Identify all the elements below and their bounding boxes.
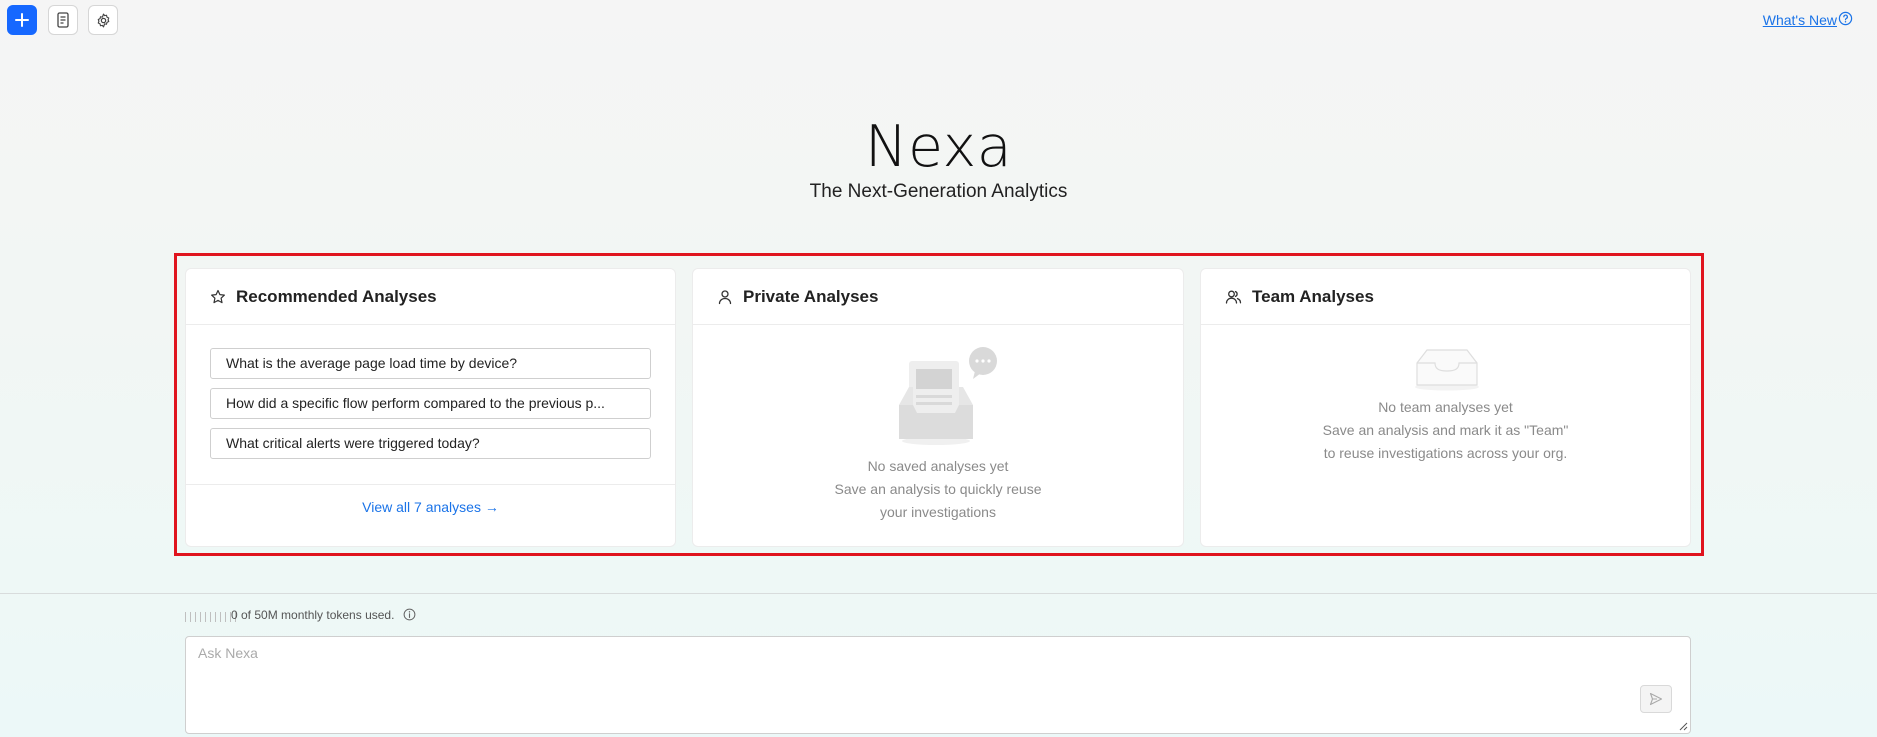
- send-button[interactable]: [1640, 685, 1672, 713]
- recommended-card-header: Recommended Analyses: [186, 269, 675, 325]
- history-button[interactable]: [48, 5, 78, 35]
- view-all-analyses-link[interactable]: View all 7 analyses →: [186, 499, 675, 515]
- team-icon: [1225, 290, 1242, 304]
- gear-icon: [97, 13, 109, 27]
- team-analyses-card: Team Analyses No team analyses yet Save …: [1200, 268, 1691, 547]
- empty-inbox-illustration: [899, 347, 997, 445]
- ask-nexa-box: Ask Nexa: [185, 636, 1691, 734]
- token-usage-text: 0 of 50M monthly tokens used.: [231, 608, 395, 622]
- private-empty-line: Save an analysis to quickly reuse: [834, 481, 1042, 497]
- send-icon: [1649, 692, 1663, 706]
- private-analyses-card: Private Analyses No saved analyses yet S…: [692, 268, 1184, 547]
- page-subtitle: The Next-Generation Analytics: [809, 181, 1068, 202]
- recommended-question[interactable]: What is the average page load time by de…: [210, 348, 651, 379]
- ask-input[interactable]: Ask Nexa: [198, 645, 258, 661]
- recommended-question[interactable]: What critical alerts were triggered toda…: [210, 428, 651, 459]
- document-icon: [57, 12, 69, 28]
- recommended-question[interactable]: How did a specific flow perform compared…: [210, 388, 651, 419]
- empty-box-illustration: [1415, 349, 1479, 391]
- recommended-card-title: Recommended Analyses: [236, 286, 437, 306]
- plus-icon: [15, 13, 29, 27]
- resize-handle-icon[interactable]: [1678, 721, 1688, 731]
- settings-button[interactable]: [88, 5, 118, 35]
- team-empty-line: Save an analysis and mark it as "Team": [1322, 422, 1569, 438]
- whats-new-link[interactable]: What's New: [1763, 12, 1837, 28]
- team-empty-title: No team analyses yet: [1378, 399, 1513, 415]
- page-title: Nexa: [864, 114, 1013, 180]
- private-empty-title: No saved analyses yet: [867, 458, 1009, 474]
- star-icon: [211, 289, 225, 303]
- new-analysis-button[interactable]: [7, 5, 37, 35]
- private-card-header: Private Analyses: [693, 269, 1183, 325]
- info-icon[interactable]: [403, 608, 416, 626]
- question-circle-icon[interactable]: [1838, 11, 1853, 31]
- user-icon: [718, 289, 732, 304]
- section-divider: [0, 593, 1877, 594]
- team-card-title: Team Analyses: [1252, 286, 1374, 306]
- recommended-analyses-card: Recommended Analyses What is the average…: [185, 268, 676, 547]
- divider: [186, 484, 675, 485]
- team-card-header: Team Analyses: [1201, 269, 1690, 325]
- team-empty-line: to reuse investigations across your org.: [1323, 445, 1568, 461]
- private-empty-line: your investigations: [880, 504, 996, 520]
- private-card-title: Private Analyses: [743, 286, 879, 306]
